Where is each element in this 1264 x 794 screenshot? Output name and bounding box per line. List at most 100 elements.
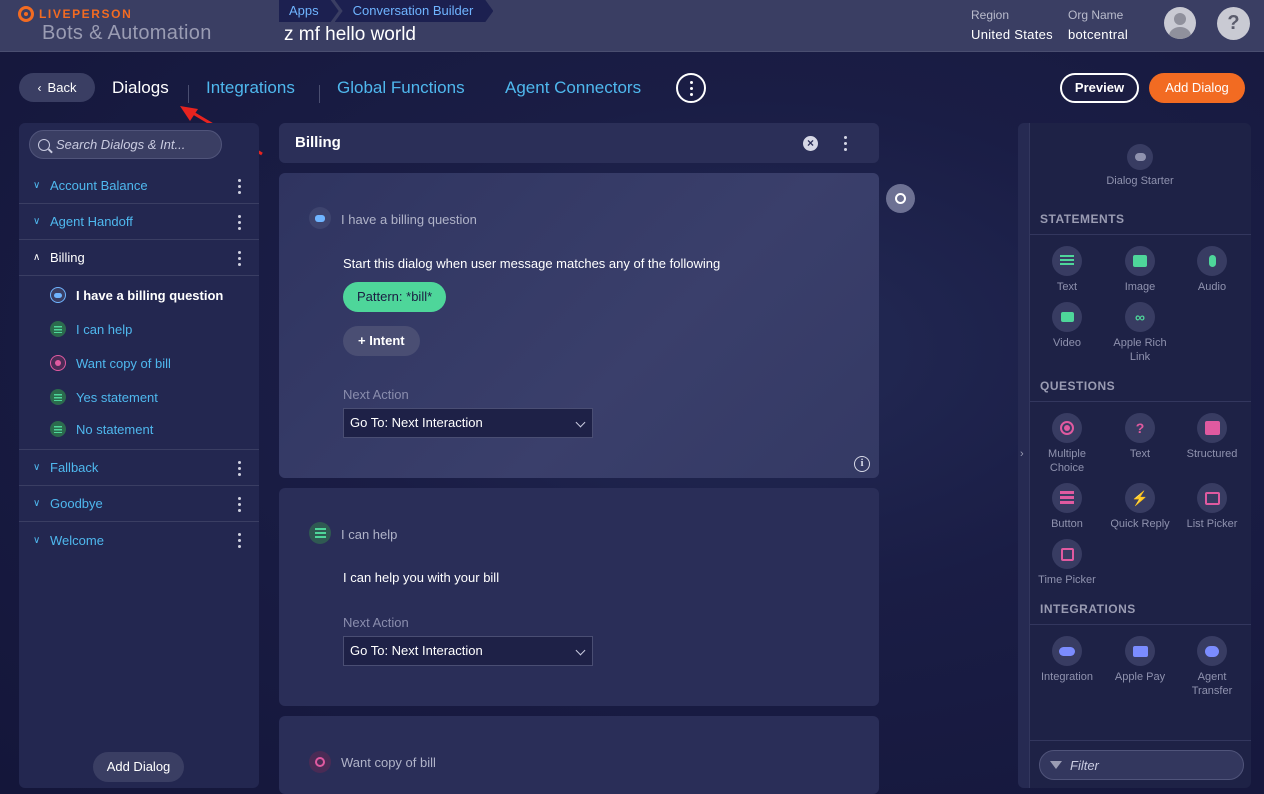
sidebar-item-agent-handoff[interactable]: ∨ Agent Handoff xyxy=(19,204,259,240)
dialog-menu-icon[interactable] xyxy=(238,461,241,479)
tool-integration[interactable]: Integration xyxy=(1032,636,1102,684)
search-input[interactable]: Search Dialogs & Int... xyxy=(29,130,222,159)
tool-label: Agent Transfer xyxy=(1191,671,1233,697)
chevron-up-icon: ∧ xyxy=(33,252,41,263)
interaction-add-icon[interactable] xyxy=(886,184,915,213)
sidebar-item-billing[interactable]: ∧ Billing xyxy=(19,240,259,276)
interaction-title[interactable]: Want copy of bill xyxy=(341,755,436,770)
tool-multiple-choice[interactable]: Multiple Choice xyxy=(1032,413,1102,475)
tool-structured[interactable]: Structured xyxy=(1177,413,1247,461)
sidebar-item-welcome[interactable]: ∨ Welcome xyxy=(19,522,259,558)
org-value: botcentral xyxy=(1068,27,1129,42)
dialog-menu-icon[interactable] xyxy=(238,497,241,515)
info-icon[interactable]: i xyxy=(854,456,870,472)
back-button[interactable]: ‹ Back xyxy=(19,73,95,102)
dialog-menu-icon[interactable] xyxy=(844,136,847,154)
breadcrumb: Apps Conversation Builder xyxy=(279,0,493,22)
tab-agent-connectors[interactable]: Agent Connectors xyxy=(505,78,641,98)
tool-text-statement[interactable]: Text xyxy=(1032,246,1102,294)
help-icon[interactable]: ? xyxy=(1217,7,1250,40)
tool-dialog-starter[interactable]: Dialog Starter xyxy=(1105,144,1175,188)
org-label: Org Name xyxy=(1068,8,1124,22)
sidebar-item-goodbye[interactable]: ∨ Goodbye xyxy=(19,486,259,522)
interaction-title[interactable]: I can help xyxy=(341,527,397,542)
search-placeholder: Search Dialogs & Int... xyxy=(56,137,186,152)
back-label: Back xyxy=(47,80,77,95)
sidebar-item-account-balance[interactable]: ∨ Account Balance xyxy=(19,168,259,204)
next-action-value: Go To: Next Interaction xyxy=(350,415,483,430)
interaction-item[interactable]: Want copy of bill xyxy=(50,348,259,378)
more-vertical-icon xyxy=(689,80,693,96)
interaction-label: I can help xyxy=(76,321,133,337)
chevron-left-icon: ‹ xyxy=(37,80,42,95)
tab-integrations[interactable]: Integrations xyxy=(206,78,295,98)
avatar[interactable] xyxy=(1164,7,1196,39)
tool-label: Button xyxy=(1051,518,1083,530)
tool-list-picker[interactable]: List Picker xyxy=(1177,483,1247,531)
tool-button[interactable]: Button xyxy=(1032,483,1102,531)
tool-audio[interactable]: Audio xyxy=(1177,246,1247,294)
tool-time-picker[interactable]: Time Picker xyxy=(1032,539,1102,587)
dialog-starter-icon xyxy=(1127,144,1153,170)
tab-dialogs[interactable]: Dialogs xyxy=(112,78,169,98)
tool-agent-transfer[interactable]: Agent Transfer xyxy=(1177,636,1247,698)
multiple-choice-icon xyxy=(1052,413,1082,443)
tool-label: Text xyxy=(1129,448,1151,460)
pattern-chip[interactable]: Pattern: *bill* xyxy=(343,282,447,312)
tool-label: Video xyxy=(1053,337,1081,349)
interaction-item[interactable]: I have a billing question xyxy=(50,280,259,310)
dialog-menu-icon[interactable] xyxy=(238,215,241,233)
filter-input[interactable]: Filter xyxy=(1039,750,1244,780)
interaction-item[interactable]: Yes statement xyxy=(50,382,259,412)
interaction-item[interactable]: I can help xyxy=(50,314,259,344)
region-label: Region xyxy=(971,8,1010,22)
video-camera-icon xyxy=(1052,302,1082,332)
brand: LIVEPERSON Bots & Automation xyxy=(18,6,212,45)
dialog-menu-icon[interactable] xyxy=(238,179,241,197)
interaction-card-text[interactable]: I can help I can help you with your bill… xyxy=(279,488,879,706)
text-statement-icon xyxy=(50,321,66,337)
interaction-label: Yes statement xyxy=(76,389,158,405)
breadcrumb-apps[interactable]: Apps xyxy=(279,0,339,22)
statement-text[interactable]: I can help you with your bill xyxy=(343,570,499,585)
chevron-down-icon: ∨ xyxy=(33,534,41,546)
next-action-select[interactable]: Go To: Next Interaction xyxy=(343,636,593,666)
tool-label: Dialog Starter xyxy=(1106,175,1174,187)
tool-text-question[interactable]: ? Text xyxy=(1105,413,1175,461)
tool-image[interactable]: Image xyxy=(1105,246,1175,294)
tool-apple-rich-link[interactable]: ∞ Apple Rich Link xyxy=(1105,302,1175,364)
next-action-select[interactable]: Go To: Next Interaction xyxy=(343,408,593,438)
dialog-menu-icon[interactable] xyxy=(238,533,241,551)
dialog-starter-icon xyxy=(50,287,66,303)
interaction-title[interactable]: I have a billing question xyxy=(341,212,477,227)
tab-global-functions[interactable]: Global Functions xyxy=(337,78,465,98)
disable-dialog-icon[interactable]: × xyxy=(803,136,818,151)
interaction-label: I have a billing question xyxy=(76,287,224,303)
collapse-palette-handle[interactable]: › xyxy=(1018,123,1030,788)
credit-card-icon xyxy=(1125,636,1155,666)
chevron-down-icon xyxy=(575,417,586,428)
more-options-button[interactable] xyxy=(676,73,706,103)
breadcrumb-conversation-builder[interactable]: Conversation Builder xyxy=(335,0,494,22)
tool-apple-pay[interactable]: Apple Pay xyxy=(1105,636,1175,684)
interaction-item[interactable]: No statement xyxy=(50,414,259,444)
tool-label: Apple Pay xyxy=(1114,671,1166,683)
interaction-card-dialog-starter[interactable]: I have a billing question Start this dia… xyxy=(279,173,879,478)
tool-label: Text xyxy=(1056,281,1078,293)
chevron-down-icon: ∨ xyxy=(33,180,41,191)
add-dialog-button[interactable]: Add Dialog xyxy=(1149,73,1245,103)
interaction-label: No statement xyxy=(76,421,154,437)
preview-button[interactable]: Preview xyxy=(1060,73,1139,103)
sidebar-item-fallback[interactable]: ∨ Fallback xyxy=(19,450,259,486)
tool-label: Integration xyxy=(1041,671,1093,683)
tool-video[interactable]: Video xyxy=(1032,302,1102,350)
dialog-menu-icon[interactable] xyxy=(238,251,241,269)
tool-quick-reply[interactable]: ⚡ Quick Reply xyxy=(1105,483,1175,531)
question-mark-icon: ? xyxy=(1125,413,1155,443)
tool-label: List Picker xyxy=(1186,518,1238,530)
sidebar-add-dialog-button[interactable]: Add Dialog xyxy=(93,752,184,782)
add-intent-button[interactable]: + Intent xyxy=(343,326,420,356)
button-list-icon xyxy=(1052,483,1082,513)
interaction-card-multiple-choice[interactable]: Want copy of bill xyxy=(279,716,879,794)
text-statement-icon xyxy=(50,389,66,405)
